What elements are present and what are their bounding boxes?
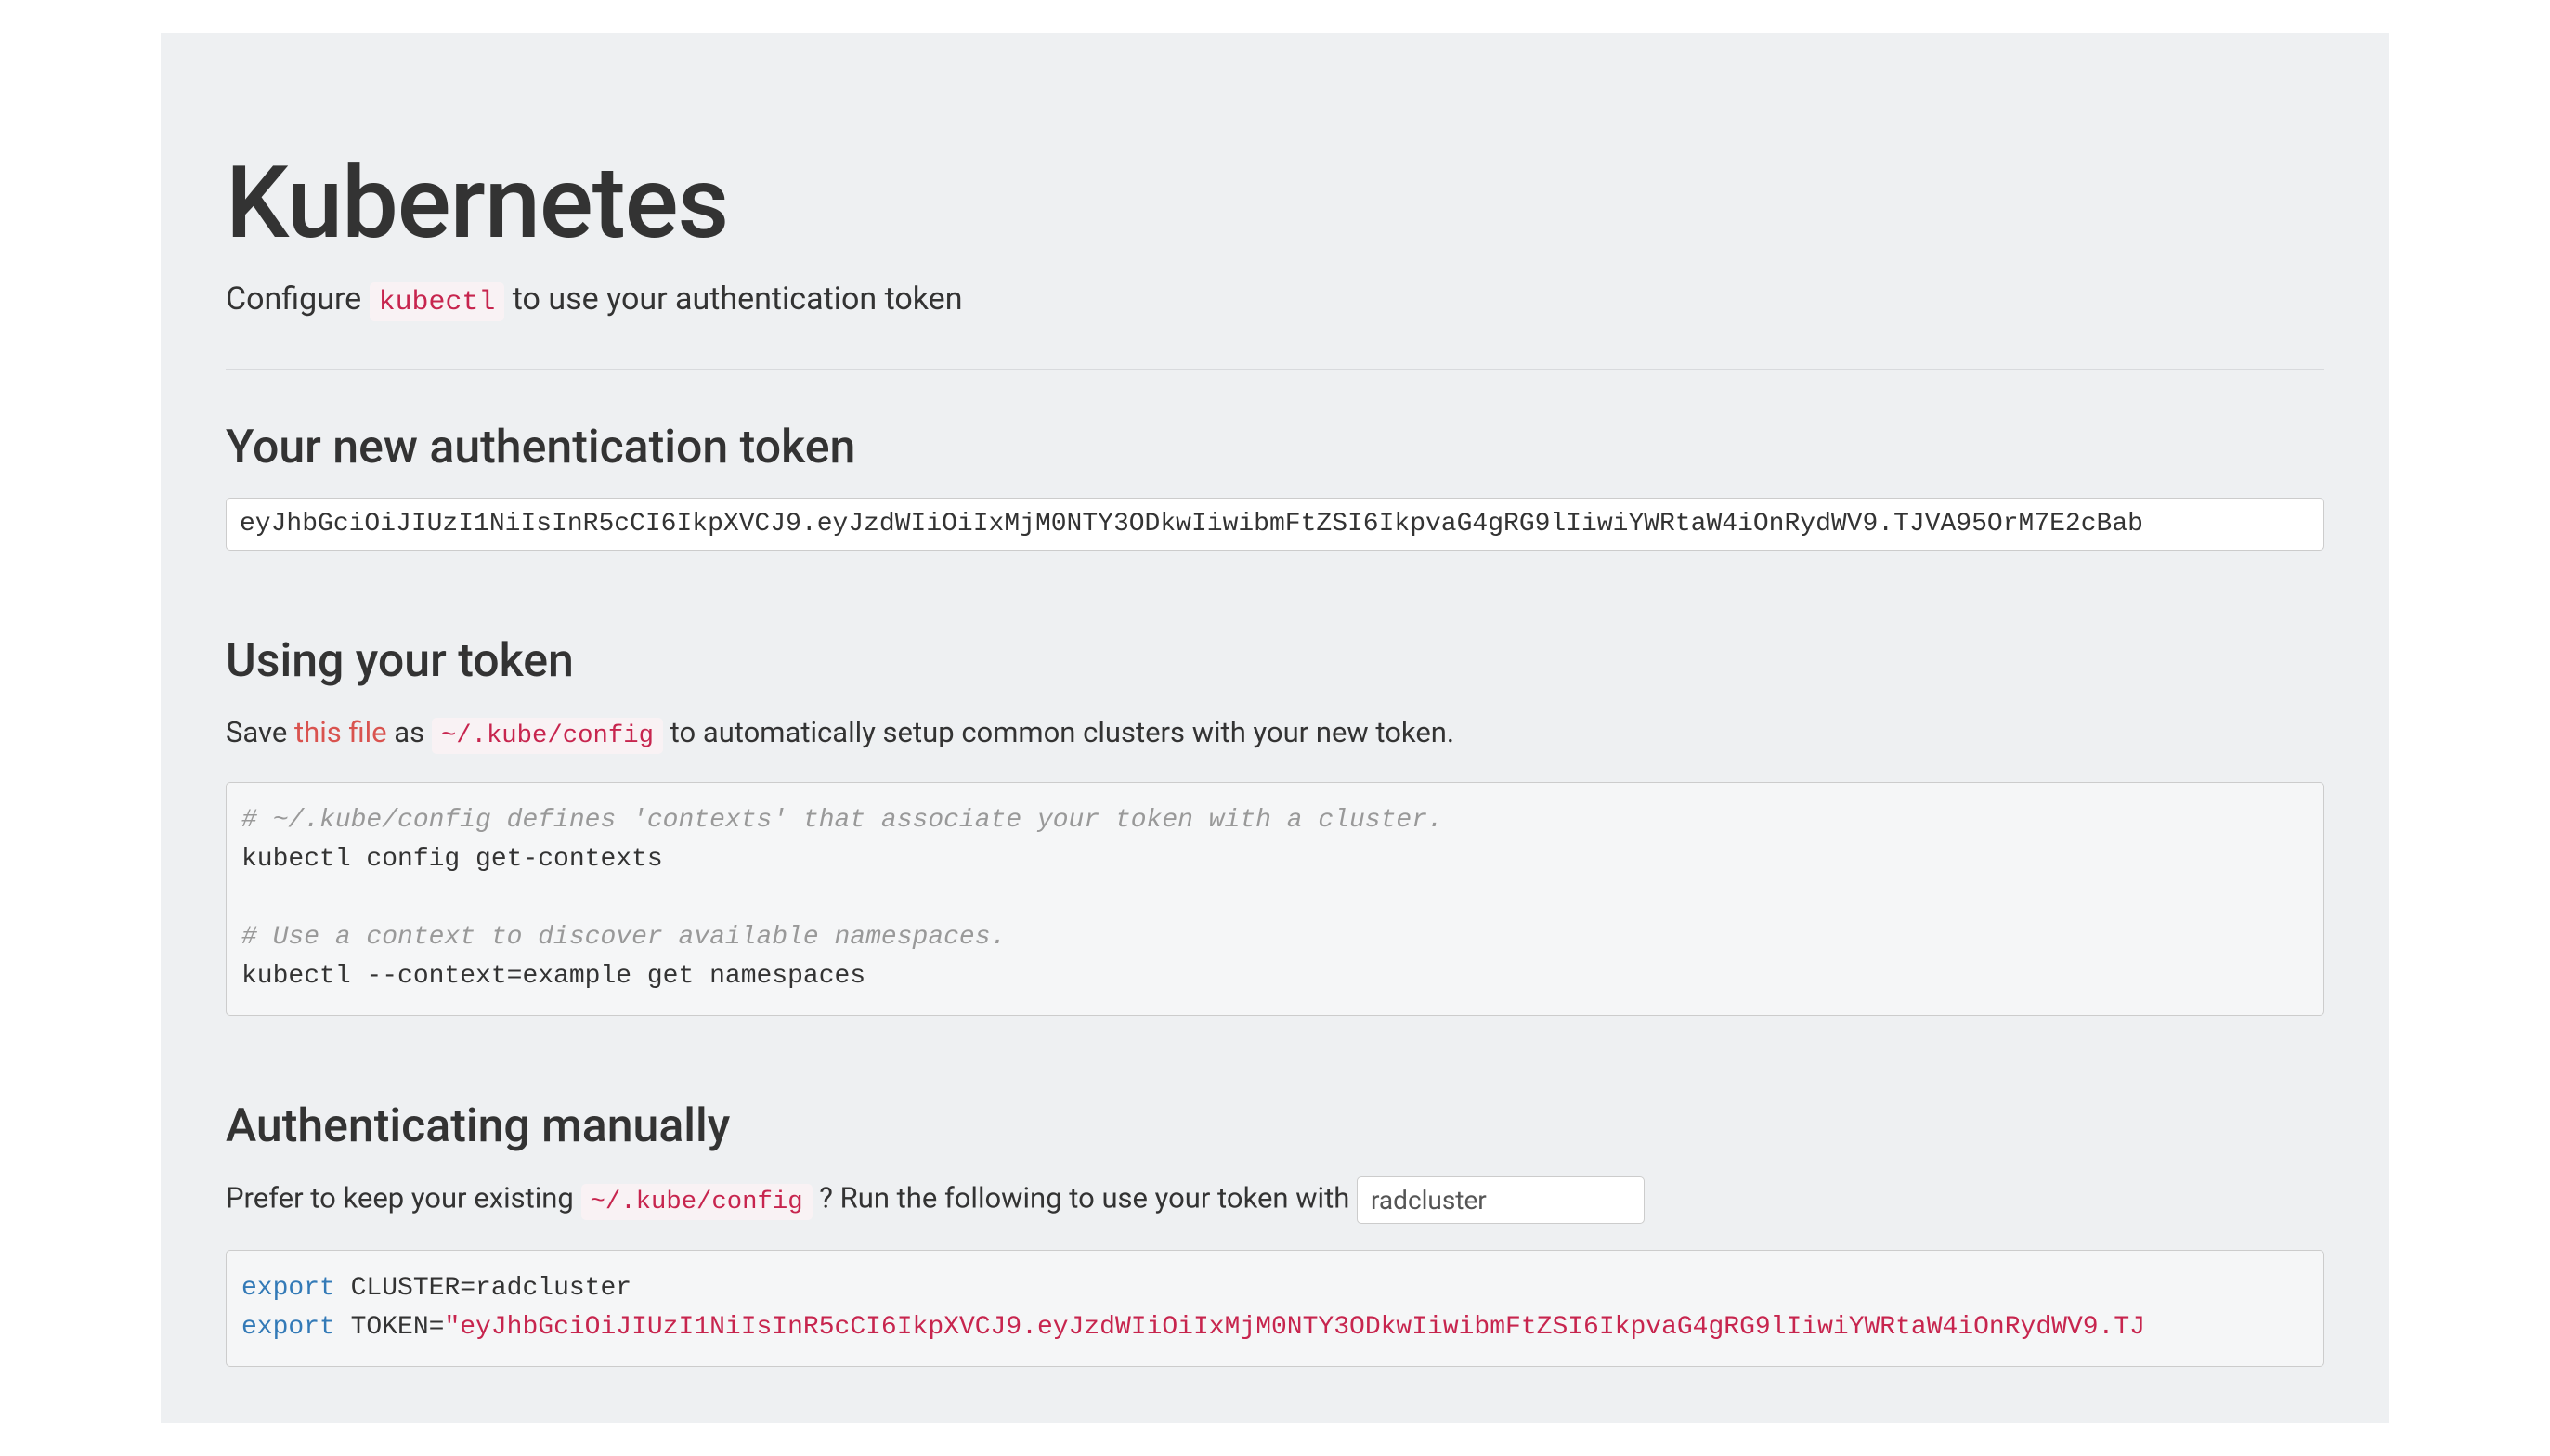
inline-code-kubeconfig: ~/.kube/config (432, 718, 663, 754)
using-para-suffix: to automatically setup common clusters w… (663, 715, 1454, 749)
code-block-export: export CLUSTER=radcluster export TOKEN="… (226, 1250, 2324, 1367)
code-line: kubectl config get-contexts (241, 845, 663, 874)
code-token-prefix: TOKEN= (335, 1313, 445, 1342)
using-paragraph: Save this file as ~/.kube/config to auto… (226, 711, 2324, 756)
code-comment: # Use a context to discover available na… (241, 923, 1006, 952)
code-keyword-export: export (241, 1313, 335, 1342)
page-subtitle: Configure kubectl to use your authentica… (226, 280, 2324, 318)
main-container: Kubernetes Configure kubectl to use your… (161, 33, 2389, 1423)
code-line: kubectl --context=example get namespaces (241, 962, 865, 991)
code-comment: # ~/.kube/config defines 'contexts' that… (241, 806, 1443, 835)
inline-code-kubectl: kubectl (370, 282, 505, 321)
divider (226, 369, 2324, 370)
code-token-string: "eyJhbGciOiJIUzI1NiIsInR5cCI6IkpXVCJ9.ey… (444, 1313, 2145, 1342)
page-title: Kubernetes (226, 145, 2324, 262)
manual-paragraph: Prefer to keep your existing ~/.kube/con… (226, 1176, 2324, 1224)
heading-manual: Authenticating manually (226, 1099, 2324, 1153)
inline-code-kubeconfig2: ~/.kube/config (581, 1184, 813, 1220)
subtitle-prefix: Configure (226, 280, 370, 318)
using-para-mid: as (387, 715, 432, 749)
heading-token: Your new authentication token (226, 421, 2324, 474)
using-para-prefix: Save (226, 715, 294, 749)
code-block-contexts: # ~/.kube/config defines 'contexts' that… (226, 782, 2324, 1016)
manual-para-mid: ? Run the following to use your token wi… (813, 1181, 1357, 1216)
code-line: CLUSTER=radcluster (335, 1274, 631, 1303)
code-keyword-export: export (241, 1274, 335, 1303)
token-input[interactable] (226, 498, 2324, 551)
manual-para-prefix: Prefer to keep your existing (226, 1181, 581, 1216)
this-file-link[interactable]: this file (294, 715, 387, 749)
heading-using: Using your token (226, 634, 2324, 688)
subtitle-suffix: to use your authentication token (504, 280, 962, 318)
cluster-name-input[interactable] (1357, 1176, 1645, 1224)
